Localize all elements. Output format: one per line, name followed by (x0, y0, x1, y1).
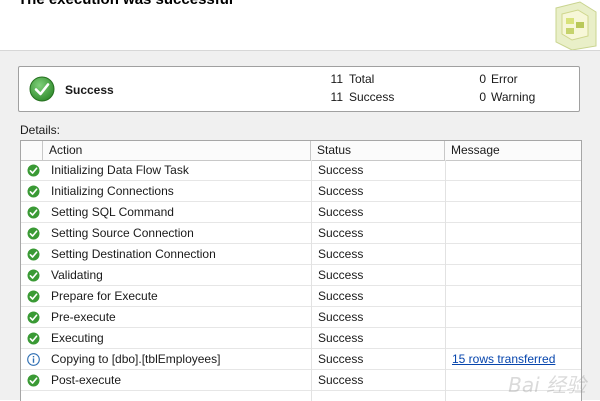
row-message-cell (452, 223, 578, 243)
table-row[interactable]: Setting SQL Command Success (21, 202, 581, 223)
row-status-text: Success (318, 310, 364, 324)
row-message-cell (452, 370, 578, 390)
row-action-text: Setting Destination Connection (51, 247, 216, 261)
row-action-text: Copying to [dbo].[tblEmployees] (51, 352, 221, 366)
success-check-icon (27, 290, 40, 306)
total-count: 11 (330, 72, 343, 86)
row-status-text: Success (318, 268, 364, 282)
row-message-cell: 15 rows transferred (452, 349, 578, 369)
success-check-icon (27, 206, 40, 222)
row-action-text: Executing (51, 331, 104, 345)
row-action-text: Validating (51, 268, 103, 282)
total-label: Total (349, 72, 375, 86)
error-count: 0 (479, 72, 486, 86)
row-status-text: Success (318, 373, 364, 387)
table-row[interactable]: Post-execute Success (21, 370, 581, 391)
success-check-icon (27, 374, 40, 390)
row-status-text: Success (318, 163, 364, 177)
row-status-text: Success (318, 205, 364, 219)
row-message-cell (452, 244, 578, 264)
table-row[interactable]: Initializing Data Flow Task Success (21, 160, 581, 181)
warning-count: 0 (479, 90, 486, 104)
row-message-cell (452, 328, 578, 348)
grid-header: Action Status Message (21, 141, 581, 161)
column-header-message[interactable]: Message (445, 141, 581, 160)
row-message-cell (452, 160, 578, 180)
success-check-icon (29, 76, 55, 102)
wizard-header: The execution was successful (0, 0, 600, 51)
table-row[interactable]: Prepare for Execute Success (21, 286, 581, 307)
success-check-icon (27, 311, 40, 327)
summary-panel: Success 11 Total 11 Success 0 Error 0 Wa… (18, 66, 580, 112)
success-check-icon (27, 269, 40, 285)
column-header-icon (21, 141, 43, 160)
success-check-icon (27, 248, 40, 264)
row-status-text: Success (318, 247, 364, 261)
column-header-status[interactable]: Status (311, 141, 445, 160)
row-message-cell (452, 307, 578, 327)
row-action-text: Post-execute (51, 373, 122, 387)
success-check-icon (27, 332, 40, 348)
row-message-cell (452, 181, 578, 201)
row-status-text: Success (318, 352, 364, 366)
table-row[interactable]: Setting Destination Connection Success (21, 244, 581, 265)
column-divider (311, 160, 312, 401)
table-row[interactable]: Executing Success (21, 328, 581, 349)
info-icon (27, 353, 40, 369)
error-label: Error (491, 72, 518, 86)
row-status-text: Success (318, 184, 364, 198)
warning-label: Warning (491, 90, 536, 104)
table-row[interactable]: Setting Source Connection Success (21, 223, 581, 244)
success-check-icon (27, 227, 40, 243)
row-status-text: Success (318, 289, 364, 303)
row-action-text: Prepare for Execute (51, 289, 158, 303)
row-action-text: Initializing Connections (51, 184, 174, 198)
success-check-icon (27, 164, 40, 180)
row-message-cell (452, 202, 578, 222)
wizard-content: Success 11 Total 11 Success 0 Error 0 Wa… (0, 51, 600, 401)
wizard-banner-icon (555, 1, 597, 50)
column-divider (445, 160, 446, 401)
row-status-text: Success (318, 226, 364, 240)
table-row[interactable]: Pre-execute Success (21, 307, 581, 328)
row-action-text: Setting Source Connection (51, 226, 194, 240)
table-row[interactable]: Initializing Connections Success (21, 181, 581, 202)
column-header-action[interactable]: Action (43, 141, 311, 160)
row-message-cell (452, 265, 578, 285)
details-label: Details: (20, 123, 61, 137)
table-row[interactable]: Validating Success (21, 265, 581, 286)
page-title: The execution was successful (18, 0, 233, 8)
success-check-icon (27, 185, 40, 201)
summary-status-text: Success (65, 83, 114, 97)
row-action-text: Setting SQL Command (51, 205, 174, 219)
success-count: 11 (330, 90, 343, 104)
row-message-cell (452, 286, 578, 306)
rows-transferred-link[interactable]: 15 rows transferred (452, 352, 555, 366)
row-action-text: Pre-execute (51, 310, 116, 324)
table-row[interactable]: Copying to [dbo].[tblEmployees] Success 15… (21, 349, 581, 370)
details-grid[interactable]: Action Status Message Initializing Data … (20, 140, 582, 401)
row-status-text: Success (318, 331, 364, 345)
row-action-text: Initializing Data Flow Task (51, 163, 189, 177)
success-label: Success (349, 90, 395, 104)
